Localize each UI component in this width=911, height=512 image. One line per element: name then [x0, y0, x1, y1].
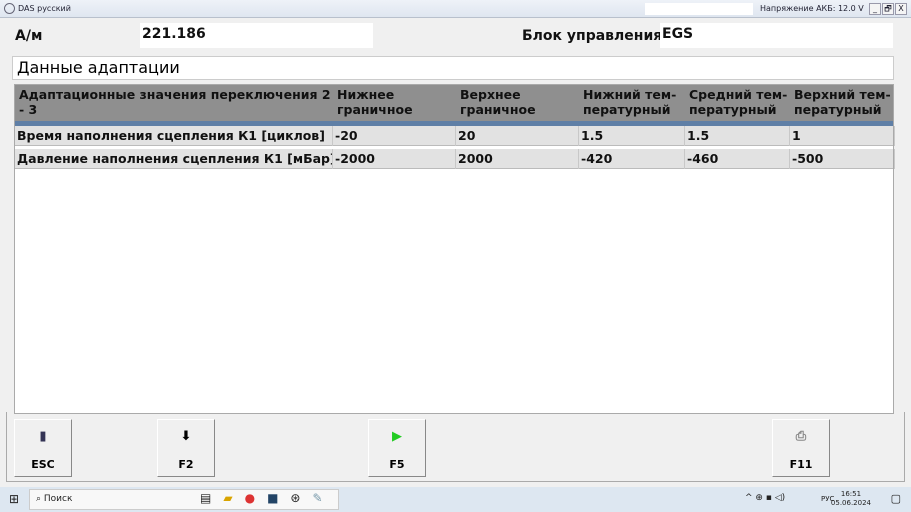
table-header: Адаптационные значения переключения 2 - …	[15, 85, 893, 132]
exit-door-icon: ▮	[39, 429, 47, 444]
f5-label: F5	[389, 458, 405, 471]
clock-date: 05.06.2024	[830, 499, 871, 507]
arrow-down-icon: ⬇	[180, 429, 192, 444]
f2-label: F2	[178, 458, 194, 471]
table-cell: -420	[579, 149, 685, 169]
ecu-label: Блок управления	[522, 28, 663, 44]
chrome-icon[interactable]: ●	[245, 491, 255, 505]
restore-button[interactable]: 🗗	[882, 3, 894, 15]
button-panel	[6, 412, 905, 482]
close-button[interactable]: X	[895, 3, 907, 15]
table-row[interactable]: Время наполнения сцепления К1 [циклов] -…	[15, 126, 895, 146]
table-cell: -20	[333, 126, 456, 146]
tray-icons[interactable]: ^ ⊕ ▪ ◁)	[745, 493, 785, 503]
clock-time: 16:51	[840, 490, 862, 498]
f11-label: F11	[789, 458, 813, 471]
section-title: Данные адаптации	[12, 56, 894, 80]
table-cell: -500	[790, 149, 895, 169]
vehicle-label: А/м	[15, 28, 43, 44]
clock[interactable]: 16:51 05.06.2024	[831, 490, 871, 508]
title-bar: DAS русский Напряжение АКБ: 12.0 V _ 🗗 X	[0, 0, 911, 18]
taskbar: ⊞ ⌕ Поиск ▤ ▰ ● ■ ⊛ ✎ ^ ⊕ ▪ ◁) РУС 16:51…	[0, 487, 911, 512]
file-explorer-icon[interactable]: ▰	[223, 491, 232, 505]
table-cell: 20	[456, 126, 579, 146]
adaptation-table: Адаптационные значения переключения 2 - …	[14, 84, 895, 414]
table-cell: Время наполнения сцепления К1 [циклов]	[15, 126, 333, 146]
f11-button[interactable]: ⎙ F11	[772, 419, 830, 477]
column-header[interactable]: Адаптационные значения переключения 2 - …	[15, 87, 333, 117]
window-title: DAS русский	[18, 4, 71, 13]
app-logo-icon	[4, 3, 15, 14]
ecu-field: EGS	[660, 23, 893, 48]
table-cell: 1	[790, 126, 895, 146]
f5-button[interactable]: ▶ F5	[368, 419, 426, 477]
table-cell: 2000	[456, 149, 579, 169]
notifications-icon[interactable]: ▢	[891, 492, 901, 505]
table-cell: 1.5	[685, 126, 790, 146]
windows-start-icon[interactable]: ⊞	[9, 492, 19, 506]
printer-icon: ⎙	[795, 429, 807, 444]
mercedes-icon[interactable]: ⊛	[290, 491, 300, 505]
search-placeholder: Поиск	[43, 494, 73, 504]
play-icon: ▶	[392, 429, 402, 444]
task-view-icon[interactable]: ▤	[200, 491, 211, 505]
table-cell: -2000	[333, 149, 456, 169]
vehicle-field: 221.186	[140, 23, 373, 48]
esc-button[interactable]: ▮ ESC	[14, 419, 72, 477]
minimize-button[interactable]: _	[869, 3, 881, 15]
table-cell: Давление наполнения сцепления К1 [мБар]:	[15, 149, 333, 169]
tool-icon[interactable]: ✎	[312, 491, 322, 505]
app-icon[interactable]: ■	[267, 491, 278, 505]
f2-button[interactable]: ⬇ F2	[157, 419, 215, 477]
table-row[interactable]: Давление наполнения сцепления К1 [мБар]:…	[15, 149, 895, 169]
esc-label: ESC	[31, 458, 55, 471]
titlebar-field	[645, 3, 753, 15]
table-cell: -460	[685, 149, 790, 169]
battery-voltage: Напряжение АКБ: 12.0 V	[760, 4, 864, 13]
table-cell: 1.5	[579, 126, 685, 146]
